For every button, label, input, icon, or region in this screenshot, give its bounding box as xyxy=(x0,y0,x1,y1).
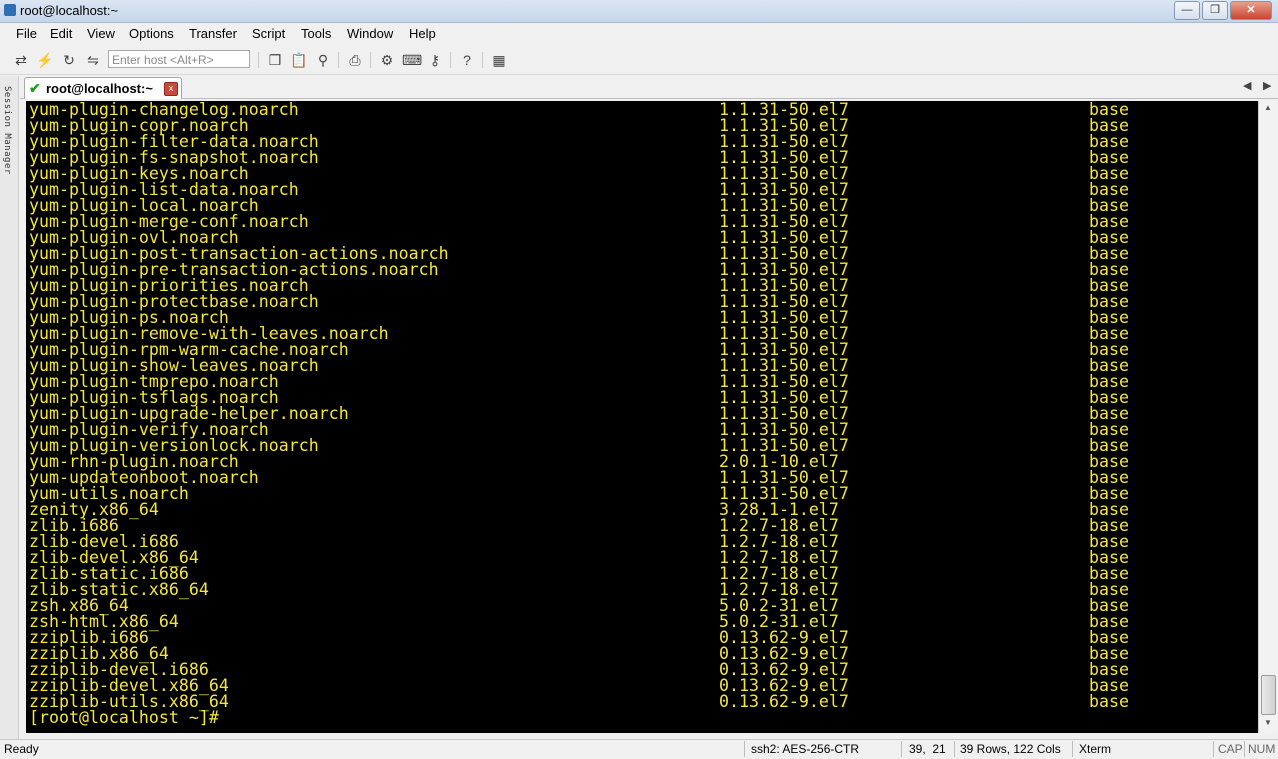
menu-options[interactable]: Options xyxy=(129,26,174,41)
toolbar-divider xyxy=(338,52,339,68)
status-divider xyxy=(954,741,955,757)
find-icon[interactable]: ⚲ xyxy=(314,51,332,69)
toolbar-divider xyxy=(258,52,259,68)
window-controls: — ❐ ✕ xyxy=(1174,1,1272,20)
status-divider xyxy=(1244,741,1245,757)
toolbar: ⇄ ⚡ ↻ ⇋ Enter host <Alt+R> ❐ 📋 ⚲ ⎙ ⚙ ⌨ ⚷… xyxy=(0,46,1278,75)
status-caps-lock: CAP xyxy=(1218,742,1243,756)
status-cursor-position: 39, 21 xyxy=(909,742,946,756)
app-icon xyxy=(4,4,16,16)
disconnect-icon[interactable]: ⇋ xyxy=(84,51,102,69)
help-icon[interactable]: ? xyxy=(458,51,476,69)
menu-edit[interactable]: Edit xyxy=(50,26,72,41)
print-icon[interactable]: ⎙ xyxy=(346,51,364,69)
tab-label: root@localhost:~ xyxy=(46,81,153,96)
copy-icon[interactable]: ❐ xyxy=(266,51,284,69)
scrollbar-thumb[interactable] xyxy=(1261,675,1276,715)
status-terminal-size: 39 Rows, 122 Cols xyxy=(960,742,1061,756)
tab-close-icon[interactable]: x xyxy=(164,82,178,96)
menu-file[interactable]: File xyxy=(16,26,37,41)
toolbar-divider xyxy=(482,52,483,68)
status-bar: Ready ssh2: AES-256-CTR 39, 21 39 Rows, … xyxy=(0,739,1278,759)
status-terminal-type: Xterm xyxy=(1079,742,1112,756)
title-bar: root@localhost:~ — ❐ ✕ xyxy=(0,0,1278,23)
status-ready: Ready xyxy=(4,742,39,756)
status-divider xyxy=(1072,741,1073,757)
terminal-scrollbar[interactable]: ▲ ▼ xyxy=(1258,101,1277,733)
reconnect-icon[interactable]: ↻ xyxy=(60,51,78,69)
session-manager-strip[interactable]: Session Manager xyxy=(0,76,19,739)
tab-bar: ✔ root@localhost:~ x ◀ ▶ xyxy=(20,76,1278,99)
toolbar-divider xyxy=(370,52,371,68)
tab-scroll-left-icon[interactable]: ◀ xyxy=(1243,79,1251,92)
status-cipher: ssh2: AES-256-CTR xyxy=(751,742,860,756)
status-divider xyxy=(901,741,902,757)
terminal-output[interactable]: yum-plugin-changelog.noarch 1.1.31-50.el7… xyxy=(26,101,1258,733)
menu-transfer[interactable]: Transfer xyxy=(189,26,237,41)
settings-gear-icon[interactable]: ⚙ xyxy=(378,51,396,69)
minimize-button[interactable]: — xyxy=(1174,1,1200,20)
keymap-icon[interactable]: ⌨ xyxy=(402,51,422,69)
key-icon[interactable]: ⚷ xyxy=(426,51,444,69)
menu-help[interactable]: Help xyxy=(409,26,436,41)
menu-view[interactable]: View xyxy=(87,26,115,41)
tab-session[interactable]: ✔ root@localhost:~ x xyxy=(24,77,182,99)
toolbar-divider xyxy=(450,52,451,68)
scroll-down-icon[interactable]: ▼ xyxy=(1262,718,1274,730)
connect-icon[interactable]: ⇄ xyxy=(12,51,30,69)
status-divider xyxy=(1213,741,1214,757)
connected-check-icon: ✔ xyxy=(29,80,41,96)
screen-icon[interactable]: ▦ xyxy=(490,51,508,69)
session-manager-label: Session Manager xyxy=(2,86,12,175)
menu-script[interactable]: Script xyxy=(252,26,285,41)
paste-icon[interactable]: 📋 xyxy=(290,51,308,69)
tab-scroll-right-icon[interactable]: ▶ xyxy=(1263,79,1271,92)
shell-prompt: [root@localhost ~]# xyxy=(29,708,219,727)
menu-tools[interactable]: Tools xyxy=(301,26,331,41)
package-version: 0.13.62-9.el7 xyxy=(719,692,849,711)
scroll-up-icon[interactable]: ▲ xyxy=(1262,103,1274,115)
menu-window[interactable]: Window xyxy=(347,26,393,41)
window-title: root@localhost:~ xyxy=(20,3,119,18)
menu-bar: File Edit View Options Transfer Script T… xyxy=(0,23,1278,45)
status-divider xyxy=(744,741,745,757)
package-repo: base xyxy=(1089,692,1129,711)
status-num-lock: NUM xyxy=(1248,742,1276,756)
close-button[interactable]: ✕ xyxy=(1230,1,1272,20)
restore-button[interactable]: ❐ xyxy=(1202,1,1228,20)
enter-host-input[interactable]: Enter host <Alt+R> xyxy=(108,50,250,68)
quick-connect-icon[interactable]: ⚡ xyxy=(36,51,54,69)
